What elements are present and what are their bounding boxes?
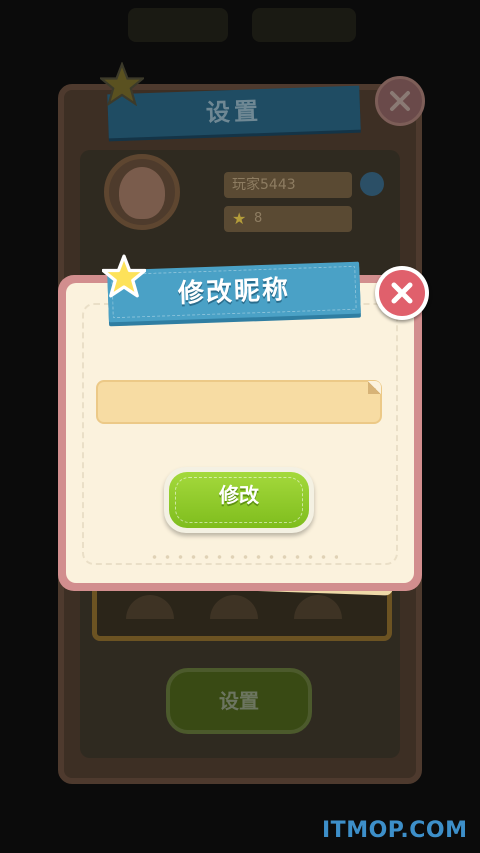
level-value: 8 xyxy=(254,211,263,226)
close-icon xyxy=(391,282,413,304)
player-name: 玩家5443 xyxy=(224,172,352,198)
rename-dialog-body xyxy=(66,283,414,583)
settings-title: 设置 xyxy=(205,97,263,127)
avatar-face xyxy=(119,167,165,219)
confirm-rename-button[interactable]: 修改 xyxy=(164,467,314,533)
edit-name-icon xyxy=(360,172,384,196)
star-icon xyxy=(100,62,144,106)
player-level: ★ 8 xyxy=(224,206,352,232)
settings-button: 设置 xyxy=(166,668,312,734)
close-icon xyxy=(390,91,410,111)
settings-close-button xyxy=(375,76,425,126)
rename-dialog xyxy=(58,275,422,591)
watermark: ITMOP.COM xyxy=(322,818,468,843)
star-icon xyxy=(102,254,146,298)
settings-button-label: 设置 xyxy=(219,689,259,713)
confirm-button-label: 修改 xyxy=(219,483,259,507)
level-star-icon: ★ xyxy=(232,209,247,228)
avatar xyxy=(104,154,180,230)
decorative-dots xyxy=(148,554,338,560)
nickname-input[interactable] xyxy=(96,380,382,424)
settings-title-ribbon: 设置 xyxy=(107,85,361,139)
top-tab-right xyxy=(252,8,356,42)
close-button[interactable] xyxy=(375,266,429,320)
top-tabs xyxy=(0,8,480,48)
input-folded-corner xyxy=(368,381,381,394)
top-tab-left xyxy=(128,8,228,42)
